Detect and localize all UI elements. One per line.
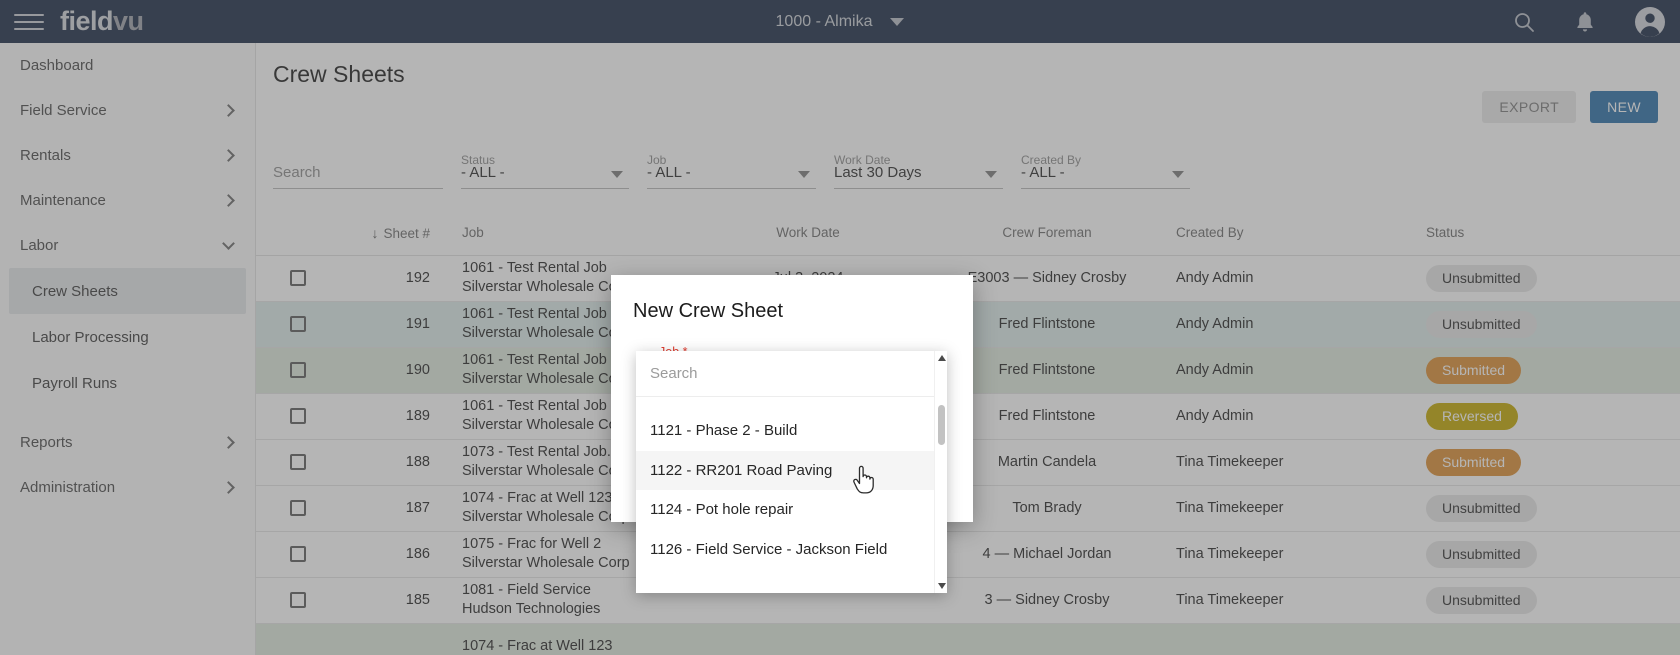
scrollbar-thumb[interactable]: [938, 405, 945, 445]
dropdown-option[interactable]: 1126 - Field Service - Jackson Field: [636, 530, 947, 570]
dropdown-option-label: 1122 - RR201 Road Paving: [650, 461, 833, 479]
dropdown-option[interactable]: 1121 - Phase 2 - Build: [636, 411, 947, 451]
dropdown-option[interactable]: 1111 - Excess Equipment Rental Job 2: [636, 397, 947, 411]
dropdown-option-label: 1124 - Pot hole repair: [650, 501, 794, 518]
dropdown-option[interactable]: 1122 - RR201 Road Paving: [636, 450, 947, 490]
scrollbar-track[interactable]: [935, 365, 947, 579]
dropdown-option[interactable]: 1124 - Pot hole repair: [636, 490, 947, 530]
dropdown-search-row[interactable]: [636, 351, 947, 397]
triangle-down-icon: [937, 583, 946, 589]
job-select-dropdown: 1111 - Excess Equipment Rental Job 2 1121…: [636, 351, 947, 593]
dropdown-option-label: 1121 - Phase 2 - Build: [650, 422, 798, 439]
triangle-up-icon: [937, 355, 946, 361]
dropdown-option-list: 1111 - Excess Equipment Rental Job 2 1121…: [636, 397, 947, 593]
scroll-down-button[interactable]: [935, 579, 947, 593]
scroll-up-button[interactable]: [935, 351, 947, 365]
dialog-title: New Crew Sheet: [633, 300, 784, 322]
dropdown-option-label: 1126 - Field Service - Jackson Field: [650, 540, 888, 558]
dropdown-scrollbar[interactable]: [934, 351, 947, 593]
dropdown-search-input[interactable]: [650, 365, 900, 382]
